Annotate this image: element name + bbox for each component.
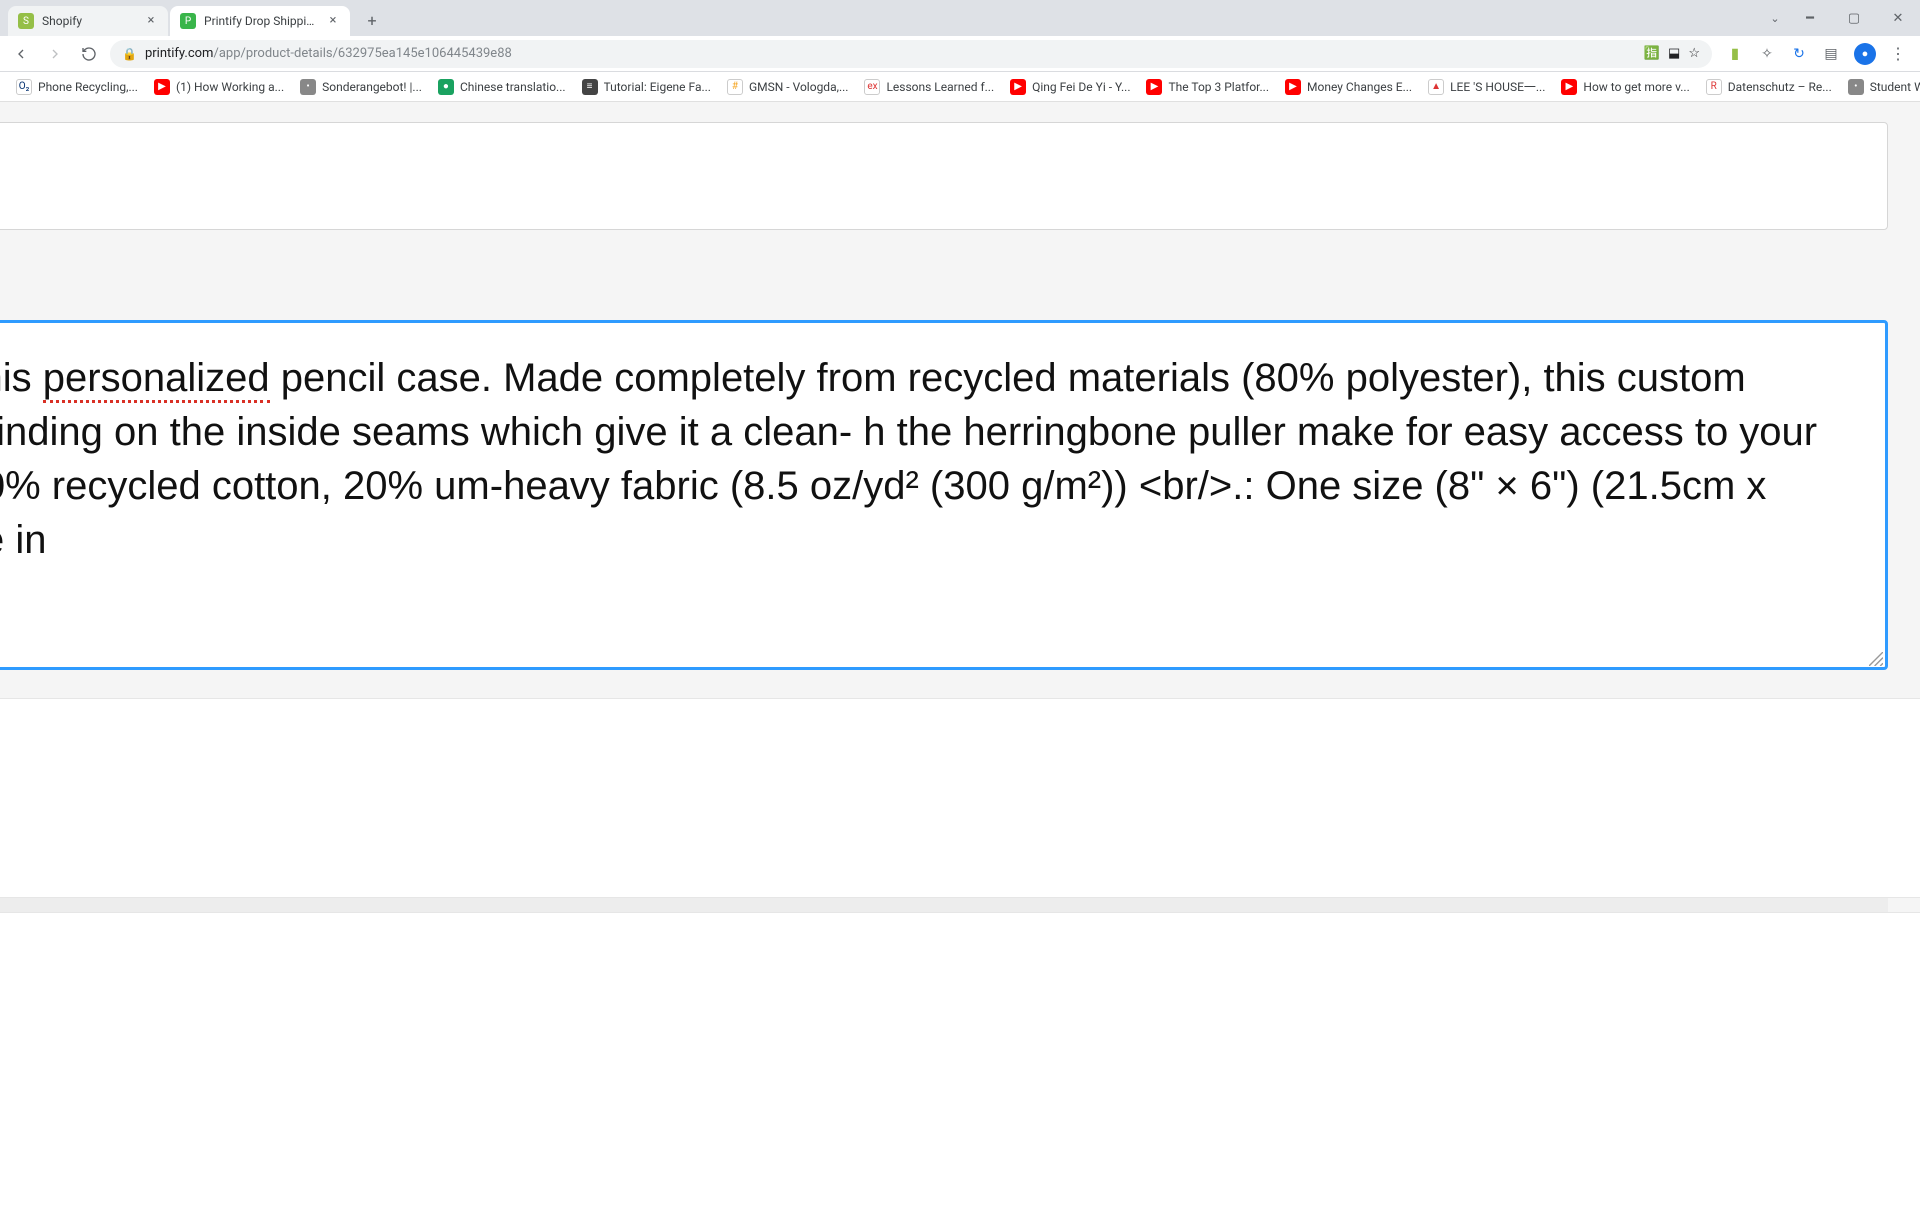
back-button[interactable]: [8, 41, 34, 67]
maximize-button[interactable]: ▢: [1832, 11, 1876, 26]
bookmark-item[interactable]: R Datenschutz – Re...: [1700, 75, 1838, 99]
bookmark-item[interactable]: ex Lessons Learned f...: [858, 75, 1000, 99]
tab-title: Printify Drop Shipping Print o: [204, 14, 320, 28]
browser-toolbar: 🔒 printify.com/app/product-details/63297…: [0, 36, 1920, 72]
browser-tabstrip: S Shopify × P Printify Drop Shipping Pri…: [0, 0, 1920, 36]
bookmark-label: Datenschutz – Re...: [1728, 80, 1832, 94]
url-text: printify.com/app/product-details/632975e…: [145, 46, 1636, 61]
forward-button[interactable]: [42, 41, 68, 67]
bookmark-item[interactable]: ▶ (1) How Working a...: [148, 75, 290, 99]
tab-title: Shopify: [42, 14, 138, 28]
bookmark-item[interactable]: • Student Wants an...: [1842, 75, 1920, 99]
favicon-icon: P: [180, 13, 196, 29]
bookmark-label: Lessons Learned f...: [886, 80, 994, 94]
favicon-icon: S: [18, 13, 34, 29]
page-content: o the next level with this personalized …: [0, 102, 1920, 1080]
install-app-icon[interactable]: ⬓: [1668, 46, 1680, 61]
tab-search-button[interactable]: ⌄: [1762, 12, 1788, 25]
bookmarks-bar: O₂ Phone Recycling,... ▶ (1) How Working a…: [0, 72, 1920, 102]
bookmark-item[interactable]: ▶ The Top 3 Platfor...: [1140, 75, 1275, 99]
bookmark-item[interactable]: ≡ Tutorial: Eigene Fa...: [576, 75, 717, 99]
product-description-textarea[interactable]: o the next level with this personalized …: [0, 320, 1888, 670]
close-icon[interactable]: ×: [144, 14, 158, 28]
description-text: o the next level with this personalized …: [0, 351, 1851, 567]
star-icon[interactable]: ☆: [1688, 46, 1700, 61]
bookmark-favicon-icon: O₂: [16, 79, 32, 95]
chrome-menu-button[interactable]: ⋮: [1890, 44, 1906, 63]
browser-tab[interactable]: P Printify Drop Shipping Print o ×: [170, 6, 350, 36]
bookmark-favicon-icon: ▶: [1285, 79, 1301, 95]
bookmark-item[interactable]: • Sonderangebot! |...: [294, 75, 428, 99]
close-icon[interactable]: ×: [326, 14, 340, 28]
bookmark-favicon-icon: ▶: [1561, 79, 1577, 95]
bookmark-item[interactable]: # GMSN - Vologda,...: [721, 75, 854, 99]
close-window-button[interactable]: ✕: [1876, 11, 1920, 26]
bookmark-favicon-icon: ≡: [582, 79, 598, 95]
bookmark-item[interactable]: ▶ How to get more v...: [1555, 75, 1695, 99]
address-bar[interactable]: 🔒 printify.com/app/product-details/63297…: [110, 40, 1712, 68]
bookmark-favicon-icon: ▲: [1428, 79, 1444, 95]
minimize-button[interactable]: ━: [1788, 11, 1832, 26]
resize-handle-icon[interactable]: [1869, 651, 1883, 665]
translate-icon[interactable]: 🈯: [1644, 46, 1660, 61]
section-panel: [0, 698, 1920, 898]
bookmark-item[interactable]: O₂ Phone Recycling,...: [10, 75, 144, 99]
bookmark-item[interactable]: ● Chinese translatio...: [432, 75, 572, 99]
browser-tab[interactable]: S Shopify ×: [8, 6, 168, 36]
section-panel: [0, 912, 1920, 1212]
shopify-extension-icon[interactable]: ▮: [1726, 45, 1744, 63]
profile-avatar[interactable]: ●: [1854, 43, 1876, 65]
bookmark-label: How to get more v...: [1583, 80, 1689, 94]
bookmark-favicon-icon: ▶: [154, 79, 170, 95]
bookmark-favicon-icon: ex: [864, 79, 880, 95]
toolbar-actions: ▮ ✧ ↻ ▤ ● ⋮: [1720, 43, 1912, 65]
product-title-input[interactable]: [0, 122, 1888, 230]
reload-button[interactable]: [76, 41, 102, 67]
bookmark-favicon-icon: •: [300, 79, 316, 95]
bookmark-favicon-icon: #: [727, 79, 743, 95]
bookmark-item[interactable]: ▲ LEE 'S HOUSE一...: [1422, 75, 1551, 99]
lock-icon: 🔒: [122, 47, 137, 61]
new-tab-button[interactable]: +: [358, 6, 386, 34]
bookmark-label: GMSN - Vologda,...: [749, 80, 848, 94]
bookmark-label: Phone Recycling,...: [38, 80, 138, 94]
relaunch-icon[interactable]: ↻: [1790, 45, 1808, 63]
bookmark-label: Money Changes E...: [1307, 80, 1412, 94]
bookmark-favicon-icon: R: [1706, 79, 1722, 95]
bookmark-label: Qing Fei De Yi - Y...: [1032, 80, 1130, 94]
bookmark-label: The Top 3 Platfor...: [1168, 80, 1269, 94]
extensions-icon[interactable]: ✧: [1758, 45, 1776, 63]
bookmark-label: Chinese translatio...: [460, 80, 566, 94]
bookmark-favicon-icon: ▶: [1010, 79, 1026, 95]
window-controls: ⌄ ━ ▢ ✕: [1762, 0, 1920, 36]
bookmark-item[interactable]: ▶ Qing Fei De Yi - Y...: [1004, 75, 1136, 99]
bookmark-favicon-icon: ▶: [1146, 79, 1162, 95]
bookmark-favicon-icon: •: [1848, 79, 1864, 95]
side-panel-icon[interactable]: ▤: [1822, 45, 1840, 63]
bookmark-label: (1) How Working a...: [176, 80, 284, 94]
bookmark-item[interactable]: ▶ Money Changes E...: [1279, 75, 1418, 99]
bookmark-label: LEE 'S HOUSE一...: [1450, 78, 1545, 95]
bookmark-label: Sonderangebot! |...: [322, 80, 422, 94]
spellcheck-word: personalized: [43, 356, 270, 403]
bookmark-label: Student Wants an...: [1870, 80, 1920, 94]
bookmark-favicon-icon: ●: [438, 79, 454, 95]
bookmark-label: Tutorial: Eigene Fa...: [604, 80, 711, 94]
